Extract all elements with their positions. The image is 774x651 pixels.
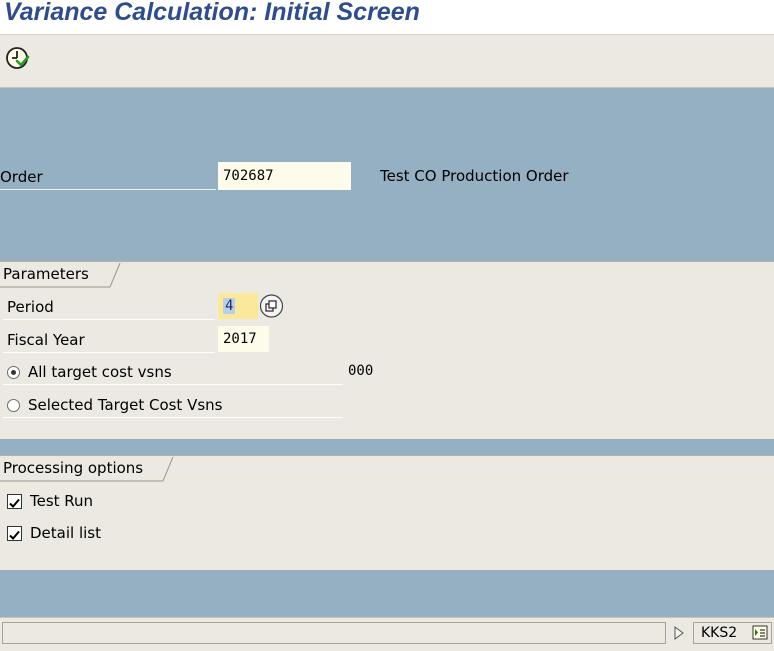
selected-target-underline [3, 417, 343, 418]
checkmark-icon [9, 498, 20, 508]
fiscal-year-label-underline [3, 352, 215, 353]
status-expand-button[interactable] [671, 624, 687, 642]
period-input[interactable]: 4 [218, 293, 258, 319]
status-message-field [2, 622, 666, 644]
all-target-underline [3, 384, 343, 385]
processing-options-group: Processing options Test Run Detail list [0, 455, 774, 570]
all-target-value: 000 [348, 363, 374, 379]
detail-list-checkbox[interactable] [7, 526, 22, 541]
transaction-code: KKS2 [701, 625, 738, 641]
period-value: 4 [223, 298, 236, 314]
all-target-radio[interactable] [7, 366, 20, 379]
status-bar: KKS2 [0, 617, 774, 651]
period-label: Period [7, 298, 54, 316]
bottom-background [0, 570, 774, 617]
order-header-area: Order 702687 Test CO Production Order [0, 88, 774, 261]
fiscal-year-label: Fiscal Year [7, 331, 85, 349]
application-toolbar [0, 34, 774, 88]
detail-list-label: Detail list [30, 524, 101, 542]
selected-target-label: Selected Target Cost Vsns [28, 396, 223, 414]
triangle-right-icon [674, 626, 684, 640]
test-run-checkbox[interactable] [7, 494, 22, 509]
period-value-help-button[interactable] [259, 293, 284, 319]
value-help-icon [259, 294, 284, 318]
processing-options-group-title: Processing options [0, 456, 162, 480]
checkmark-icon [9, 530, 20, 540]
fiscal-year-input[interactable]: 2017 [218, 326, 269, 352]
execute-button[interactable] [3, 45, 31, 71]
order-description: Test CO Production Order [380, 167, 569, 185]
group-separator [0, 439, 774, 455]
parameters-group: Parameters Period 4 Fiscal Year 2017 All… [0, 261, 774, 440]
session-info-icon [752, 625, 768, 640]
order-label-underline [0, 189, 216, 190]
order-input[interactable]: 702687 [218, 162, 351, 190]
test-run-label: Test Run [30, 492, 94, 510]
selected-target-radio[interactable] [7, 399, 20, 412]
all-target-label: All target cost vsns [28, 363, 172, 381]
session-info-button[interactable] [752, 625, 768, 641]
title-bar: Variance Calculation: Initial Screen [0, 0, 774, 34]
parameters-group-title: Parameters [0, 262, 107, 286]
period-label-underline [3, 319, 215, 320]
window-title: Variance Calculation: Initial Screen [4, 0, 420, 26]
order-label: Order [0, 168, 43, 186]
execute-clock-icon [6, 47, 30, 69]
